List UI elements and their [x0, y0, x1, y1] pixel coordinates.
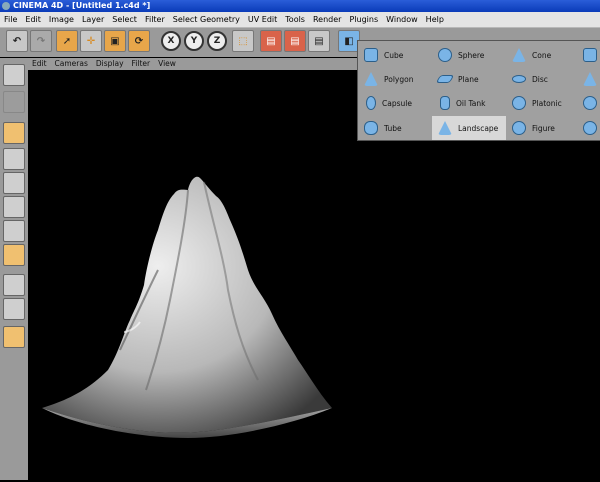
landscape-icon: [438, 121, 452, 135]
undo-button[interactable]: ↶: [6, 30, 28, 52]
disc-icon: [512, 75, 526, 83]
redo-button[interactable]: ↷: [30, 30, 52, 52]
checker-tool-button[interactable]: [3, 274, 25, 296]
viewport-menu-filter[interactable]: Filter: [128, 58, 155, 70]
scale-icon: ▣: [110, 35, 120, 47]
uv-points-button[interactable]: [3, 196, 25, 218]
primitive-plane[interactable]: Plane: [432, 67, 508, 91]
menu-file[interactable]: File: [0, 12, 21, 27]
menu-tools[interactable]: Tools: [281, 12, 309, 27]
primitive-sphere[interactable]: Sphere: [432, 43, 508, 67]
render-picture-viewer-button[interactable]: ▤: [284, 30, 306, 52]
uv-polygons-button[interactable]: [3, 220, 25, 242]
primitive-cone[interactable]: Cone: [506, 43, 582, 67]
rotate-icon: ⟳: [134, 35, 144, 47]
viewport-menu-cameras[interactable]: Cameras: [51, 58, 92, 70]
menu-window[interactable]: Window: [382, 12, 422, 27]
x-axis-button[interactable]: X: [161, 31, 181, 51]
polygon-icon: [364, 72, 378, 86]
primitive-figure[interactable]: Figure: [506, 116, 582, 140]
capsule-icon: [366, 96, 376, 110]
coordinate-system-button[interactable]: ⬚: [232, 30, 254, 52]
primitive-tube[interactable]: Tube: [358, 116, 434, 140]
plane-icon: [435, 75, 455, 83]
cube-icon: [364, 48, 378, 62]
menu-render[interactable]: Render: [309, 12, 345, 27]
primitive-capsule[interactable]: Capsule: [358, 91, 434, 115]
sphere-icon: [438, 48, 452, 62]
platonic-icon: [512, 96, 526, 110]
cursor-icon: ➚: [62, 35, 72, 47]
scale-button[interactable]: ▣: [104, 30, 126, 52]
figure-icon: [512, 121, 526, 135]
snap-tool-button[interactable]: [3, 298, 25, 320]
menu-select-geometry[interactable]: Select Geometry: [169, 12, 244, 27]
menu-image[interactable]: Image: [45, 12, 78, 27]
z-axis-button[interactable]: Z: [207, 31, 227, 51]
viewport-menu-edit[interactable]: Edit: [28, 58, 51, 70]
points-tool-button[interactable]: [3, 122, 25, 144]
use-model-tool-button[interactable]: [3, 64, 25, 86]
primitive-extra-3[interactable]: [580, 91, 600, 115]
live-selection-button[interactable]: ➚: [56, 30, 78, 52]
clapper-icon: ▤: [290, 35, 300, 47]
left-toolbar: [0, 58, 29, 480]
relief-icon: [583, 121, 597, 135]
use-object-tool-button[interactable]: [3, 91, 25, 113]
polygons-tool-button[interactable]: [3, 172, 25, 194]
torus-icon: [583, 96, 597, 110]
redo-icon: ↷: [36, 35, 46, 47]
edges-tool-button[interactable]: [3, 148, 25, 170]
move-icon: ✛: [86, 35, 96, 47]
sculpt-tool-button[interactable]: [3, 326, 25, 348]
primitive-platonic[interactable]: Platonic: [506, 91, 582, 115]
title-bar: CINEMA 4D - [Untitled 1.c4d *]: [0, 0, 600, 12]
primitive-disc[interactable]: Disc: [506, 67, 582, 91]
menu-filter[interactable]: Filter: [141, 12, 169, 27]
tube-icon: [364, 121, 378, 135]
viewport-menu-display[interactable]: Display: [92, 58, 128, 70]
clapper-icon: ▤: [266, 35, 276, 47]
menu-bar: File Edit Image Layer Select Filter Sele…: [0, 12, 600, 28]
menu-select[interactable]: Select: [108, 12, 141, 27]
move-button[interactable]: ✛: [80, 30, 102, 52]
primitive-oil-tank[interactable]: Oil Tank: [432, 91, 508, 115]
menu-help[interactable]: Help: [422, 12, 448, 27]
rotate-button[interactable]: ⟳: [128, 30, 150, 52]
cone-icon: [512, 48, 526, 62]
menu-uv-edit[interactable]: UV Edit: [244, 12, 281, 27]
world-axis-icon: ⬚: [238, 35, 248, 47]
primitive-extra-2[interactable]: [580, 67, 600, 91]
render-settings-button[interactable]: ▤: [308, 30, 330, 52]
texture-tool-button[interactable]: [3, 244, 25, 266]
primitive-cube[interactable]: Cube: [358, 43, 434, 67]
cinema4d-logo-icon: [2, 2, 10, 10]
pyramid-icon: [583, 72, 597, 86]
primitive-polygon[interactable]: Polygon: [358, 67, 434, 91]
torus-icon: [583, 48, 597, 62]
y-axis-button[interactable]: Y: [184, 31, 204, 51]
render-view-button[interactable]: ▤: [260, 30, 282, 52]
menu-edit[interactable]: Edit: [21, 12, 45, 27]
menu-plugins[interactable]: Plugins: [345, 12, 382, 27]
cube-icon: ◧: [344, 35, 354, 47]
viewport-menu-view[interactable]: View: [154, 58, 180, 70]
undo-icon: ↶: [12, 35, 22, 47]
primitive-landscape[interactable]: Landscape: [432, 116, 506, 140]
menu-layer[interactable]: Layer: [78, 12, 108, 27]
primitives-popup: Cube Sphere Cone Polygon Plane Disc Caps…: [357, 40, 600, 141]
window-title: CINEMA 4D - [Untitled 1.c4d *]: [13, 1, 151, 10]
oil-tank-icon: [440, 96, 450, 110]
primitive-extra-4[interactable]: [580, 116, 600, 140]
primitive-extra-1[interactable]: [580, 43, 600, 67]
clapper-icon: ▤: [314, 35, 324, 47]
